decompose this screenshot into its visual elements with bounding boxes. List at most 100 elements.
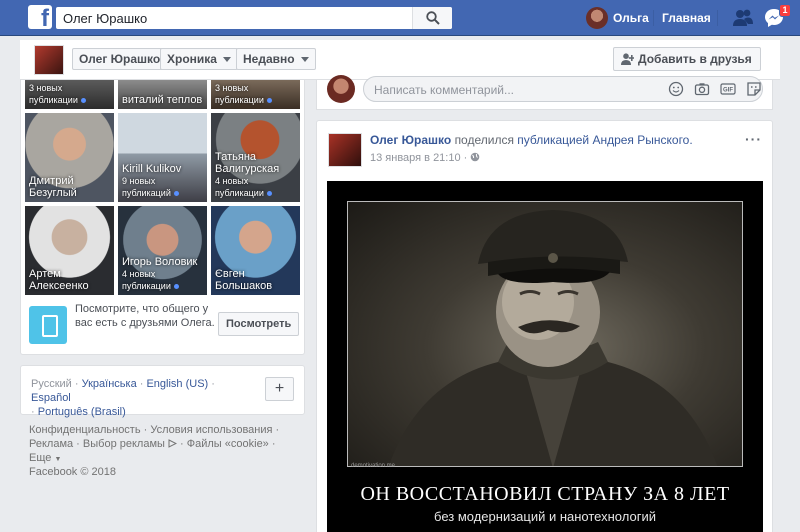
- footer-link[interactable]: Еще: [29, 452, 51, 464]
- friend-subtitle: 4 новых публикации: [215, 176, 264, 198]
- copyright: Facebook © 2018: [29, 466, 116, 478]
- sticker-icon[interactable]: [746, 81, 762, 97]
- profile-name-button[interactable]: Олег Юрашко: [72, 48, 168, 70]
- language-link[interactable]: Українська: [82, 378, 137, 390]
- gif-icon[interactable]: GIF: [720, 81, 736, 97]
- svg-text:GIF: GIF: [723, 88, 733, 94]
- timeline-dropdown[interactable]: Хроника: [160, 48, 238, 70]
- post-timestamp: 13 января в 21:10 ·: [370, 152, 480, 164]
- friend-subtitle: 4 новых публикации: [122, 269, 171, 291]
- current-language: Русский: [31, 378, 72, 390]
- search-icon: [426, 11, 440, 25]
- globe-icon: [471, 152, 480, 162]
- timeline-label: Хроника: [167, 52, 217, 66]
- footer-link[interactable]: Условия использования: [150, 424, 272, 436]
- new-posts-dot-icon: [266, 191, 272, 197]
- friends-card: 3 новых публикации виталий теплов 3 новы…: [20, 80, 305, 355]
- ad-choices-icon: [168, 439, 178, 448]
- friend-subtitle: 3 новых публикации: [29, 83, 78, 105]
- avatar: [586, 7, 608, 29]
- suggestion-text: Посмотрите, что общего у вас есть с друз…: [75, 303, 215, 329]
- watermark: demotivation.me: [351, 463, 396, 469]
- friend-tile[interactable]: Игорь Воловик 4 новых публикации: [118, 206, 207, 295]
- footer-link[interactable]: Конфиденциальность: [29, 424, 141, 436]
- friend-tile[interactable]: Татьяна Валигурская 4 новых публикации: [211, 113, 300, 202]
- friend-name: Євген Большаков: [215, 268, 273, 292]
- portrait-illustration: [388, 210, 718, 466]
- post-author-avatar[interactable]: [328, 133, 362, 167]
- post-card: Олег Юрашко поделился публикацией Андрея…: [316, 120, 773, 532]
- view-button[interactable]: Посмотреть: [218, 312, 300, 336]
- add-friend-label: Добавить в друзья: [638, 52, 752, 66]
- phone-friends-icon: [29, 306, 67, 344]
- profile-link[interactable]: Ольга: [586, 7, 649, 29]
- notification-badge: 1: [779, 4, 791, 17]
- home-link[interactable]: Главная: [662, 11, 711, 25]
- chevron-down-icon: ▼: [54, 456, 62, 463]
- avatar: [327, 75, 355, 103]
- friend-name: Дмитрий Безуглый: [29, 175, 77, 199]
- footer-link[interactable]: Реклама: [29, 438, 73, 450]
- friend-requests-icon[interactable]: [732, 8, 754, 28]
- friend-subtitle: 9 новых публикаций: [122, 176, 171, 198]
- friend-subtitle: 3 новых публикации: [215, 83, 264, 105]
- language-link[interactable]: Español: [31, 392, 71, 404]
- footer-link[interactable]: Файлы «cookie»: [187, 438, 269, 450]
- search-button[interactable]: [412, 7, 452, 29]
- post-options-icon[interactable]: ···: [745, 131, 762, 147]
- facebook-logo-icon[interactable]: f: [28, 5, 52, 32]
- emoji-icon[interactable]: [668, 81, 684, 97]
- divider: [717, 10, 718, 26]
- new-posts-dot-icon: [80, 98, 86, 104]
- recent-dropdown[interactable]: Недавно: [236, 48, 316, 70]
- footer-links: Конфиденциальность · Условия использован…: [29, 424, 280, 464]
- caption-subline: без модернизаций и нанотехнологий: [434, 509, 656, 524]
- new-posts-dot-icon: [173, 284, 179, 290]
- friend-tile[interactable]: 3 новых публикации: [25, 80, 114, 109]
- friend-tile[interactable]: Дмитрий Безуглый: [25, 113, 114, 202]
- friend-name: Kirill Kulikov: [122, 163, 182, 175]
- divider: [653, 10, 654, 26]
- profile-subnav: Олег Юрашко Хроника Недавно Добавить в д…: [20, 40, 780, 80]
- post-header: Олег Юрашко поделился публикацией Андрея…: [370, 133, 693, 147]
- friend-tile[interactable]: Євген Большаков: [211, 206, 300, 295]
- friend-tile[interactable]: Kirill Kulikov 9 новых публикаций: [118, 113, 207, 202]
- add-friend-button[interactable]: Добавить в друзья: [613, 47, 761, 71]
- footer-link[interactable]: Выбор рекламы: [83, 438, 165, 450]
- comment-placeholder: Написать комментарий...: [374, 83, 515, 97]
- add-language-button[interactable]: +: [265, 377, 294, 401]
- add-friend-icon: [621, 53, 634, 65]
- mutual-suggestion: Посмотрите, что общего у вас есть с друз…: [29, 302, 300, 348]
- friend-name: Татьяна Валигурская: [215, 151, 280, 175]
- search-input[interactable]: [56, 7, 412, 29]
- new-posts-dot-icon: [173, 191, 179, 197]
- friend-tile[interactable]: виталий теплов: [118, 80, 207, 109]
- comment-input[interactable]: Написать комментарий... GIF: [363, 76, 763, 102]
- top-bar: f Ольга Главная 1: [0, 0, 800, 36]
- chevron-down-icon: [300, 57, 309, 63]
- post-action: поделился: [454, 133, 514, 147]
- post-image[interactable]: demotivation.me ОН ВОССТАНОВИЛ СТРАНУ ЗА…: [327, 181, 763, 532]
- shared-post-link[interactable]: публикацией Андрея Рынского.: [517, 133, 692, 147]
- user-name: Ольга: [613, 11, 649, 25]
- friend-name: виталий теплов: [122, 94, 203, 106]
- language-link[interactable]: Português (Brasil): [38, 406, 126, 418]
- comment-card: Написать комментарий... GIF: [316, 75, 773, 110]
- recent-label: Недавно: [243, 52, 295, 66]
- caption-headline: ОН ВОССТАНОВИЛ СТРАНУ ЗА 8 ЛЕТ: [360, 483, 730, 505]
- post-time[interactable]: 13 января в 21:10: [370, 152, 461, 164]
- new-posts-dot-icon: [266, 98, 272, 104]
- friend-name: Игорь Воловик: [122, 256, 198, 268]
- camera-icon[interactable]: [694, 81, 710, 97]
- logo-letter: f: [41, 5, 49, 32]
- language-card: Русский · Українська · English (US) · Es…: [20, 365, 305, 418]
- post-author-link[interactable]: Олег Юрашко: [370, 133, 451, 147]
- language-list: Русский · Українська · English (US) · Es…: [31, 378, 215, 418]
- profile-name: Олег Юрашко: [79, 52, 161, 66]
- portrait-image: [347, 201, 743, 467]
- friend-tile[interactable]: 3 новых публикации: [211, 80, 300, 109]
- friend-tile[interactable]: Артем Алексеенко: [25, 206, 114, 295]
- language-link[interactable]: English (US): [146, 378, 208, 390]
- profile-avatar[interactable]: [34, 45, 64, 75]
- search-box: [56, 7, 452, 29]
